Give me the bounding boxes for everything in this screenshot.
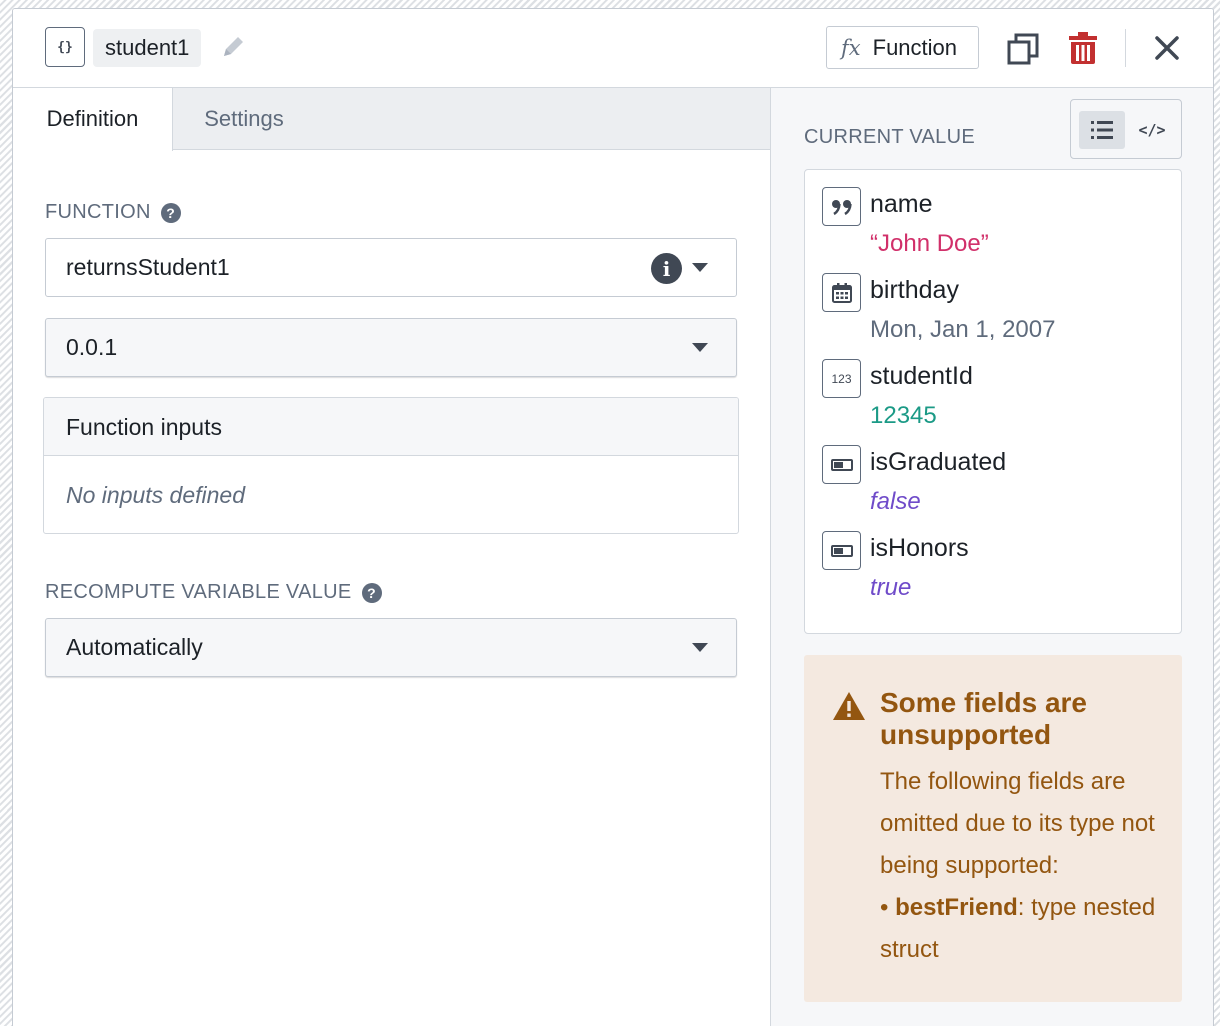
chevron-down-icon <box>692 643 708 652</box>
current-value-pane: CURRENT VALUE </> name “John Doe” birthd… <box>770 88 1213 1026</box>
recompute-select[interactable]: Automatically <box>45 618 737 677</box>
warning-bullet: • bestFriend: type nested struct <box>880 894 1156 963</box>
field-value: 12345 <box>870 402 937 429</box>
toggle-glyph <box>830 458 853 471</box>
help-icon[interactable]: ? <box>160 202 181 223</box>
help-icon[interactable]: ? <box>361 582 382 603</box>
calendar-icon <box>822 273 861 312</box>
warning-text: The following fields are omitted due to … <box>880 768 1155 879</box>
variable-panel: {} student1 fx Function Definition Setti… <box>12 8 1214 1026</box>
quote-glyph <box>831 199 852 215</box>
pencil-icon[interactable] <box>219 33 247 61</box>
function-inputs-empty: No inputs defined <box>66 482 246 508</box>
field-value: true <box>870 574 912 601</box>
function-label: FUNCTION ? <box>45 201 181 224</box>
function-button-label: Function <box>872 34 958 60</box>
unsupported-field-name: bestFriend <box>895 894 1018 921</box>
tab-bar: Definition Settings <box>13 88 770 151</box>
warning-icon <box>833 692 865 720</box>
numeric-glyph: 123 <box>831 371 852 386</box>
field-value: “John Doe” <box>870 230 989 257</box>
header-divider <box>1125 29 1126 67</box>
function-select[interactable]: returnsStudent1 i <box>45 238 737 297</box>
unsupported-fields-callout: Some fields are unsupported The followin… <box>804 655 1182 1002</box>
field-name: birthday <box>870 276 959 304</box>
function-button[interactable]: fx Function <box>826 26 979 69</box>
panel-header: {} student1 fx Function <box>13 9 1213 88</box>
boolean-icon <box>822 445 861 484</box>
field-name: name <box>870 190 933 218</box>
function-select-value: returnsStudent1 <box>66 254 230 280</box>
code-view-button[interactable]: </> <box>1129 111 1175 149</box>
view-toggle: </> <box>1070 99 1182 159</box>
variable-name[interactable]: student1 <box>93 29 202 67</box>
warning-title: Some fields are unsupported <box>880 687 1087 750</box>
field-value: Mon, Jan 1, 2007 <box>870 316 1056 343</box>
definition-pane: Definition Settings FUNCTION ? returnsSt… <box>13 88 770 1026</box>
recompute-label-text: RECOMPUTE VARIABLE VALUE <box>45 581 352 603</box>
info-icon[interactable]: i <box>651 253 682 284</box>
recompute-label: RECOMPUTE VARIABLE VALUE ? <box>45 581 382 604</box>
function-inputs-title: Function inputs <box>44 398 738 456</box>
list-icon <box>1091 121 1113 139</box>
calendar-glyph <box>831 282 852 303</box>
field-name: isHonors <box>870 534 969 562</box>
quote-icon <box>822 187 861 226</box>
tab-definition[interactable]: Definition <box>13 88 173 151</box>
toggle-glyph <box>830 544 853 557</box>
copy-icon[interactable] <box>1007 33 1039 65</box>
value-card: name “John Doe” birthday Mon, Jan 1, 200… <box>804 169 1182 634</box>
boolean-icon <box>822 531 861 570</box>
field-name: isGraduated <box>870 448 1007 476</box>
braces-icon: {} <box>45 27 85 67</box>
trash-icon[interactable] <box>1068 31 1098 65</box>
function-label-text: FUNCTION <box>45 201 151 223</box>
recompute-select-value: Automatically <box>66 634 203 660</box>
chevron-down-icon <box>692 343 708 352</box>
version-select-value: 0.0.1 <box>66 334 118 360</box>
version-select[interactable]: 0.0.1 <box>45 318 737 377</box>
close-icon[interactable] <box>1154 35 1180 61</box>
numeric-icon: 123 <box>822 359 861 398</box>
function-inputs-box: Function inputs No inputs defined <box>43 397 739 534</box>
current-value-label: CURRENT VALUE <box>804 126 975 148</box>
chevron-down-icon <box>692 263 708 272</box>
field-value: false <box>870 488 921 515</box>
warning-body: The following fields are omitted due to … <box>880 761 1170 971</box>
list-view-button[interactable] <box>1079 111 1125 149</box>
tab-settings[interactable]: Settings <box>173 88 315 150</box>
field-name: studentId <box>870 362 973 390</box>
fx-icon: fx <box>841 35 861 60</box>
